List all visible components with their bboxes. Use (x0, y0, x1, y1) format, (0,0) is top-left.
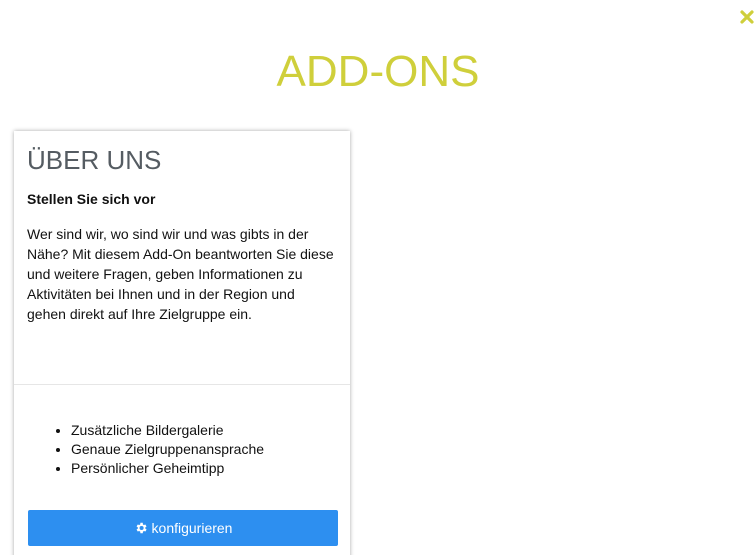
configure-button[interactable]: konfigurieren (28, 510, 338, 546)
addon-card-description: Wer sind wir, wo sind wir und was gibts … (27, 226, 334, 322)
addons-page: ADD-ONS ÜBER UNS Stellen Sie sich vor We… (0, 0, 756, 555)
list-item: Genaue Zielgruppenansprache (71, 440, 350, 459)
addon-card-about-us: ÜBER UNS Stellen Sie sich vor Wer sind w… (14, 131, 350, 555)
addon-card-header: ÜBER UNS Stellen Sie sich vor Wer sind w… (14, 131, 350, 385)
list-item: Persönlicher Geheimtipp (71, 459, 350, 478)
addon-card-subtitle: Stellen Sie sich vor (27, 191, 156, 207)
configure-button-label: konfigurieren (151, 520, 233, 536)
close-icon[interactable] (738, 8, 756, 26)
page-title: ADD-ONS (276, 47, 480, 96)
addon-feature-list: Zusätzliche Bildergalerie Genaue Zielgru… (14, 421, 350, 478)
list-item: Zusätzliche Bildergalerie (71, 421, 350, 440)
addon-card-title: ÜBER UNS (27, 145, 162, 175)
gear-icon (136, 522, 147, 534)
